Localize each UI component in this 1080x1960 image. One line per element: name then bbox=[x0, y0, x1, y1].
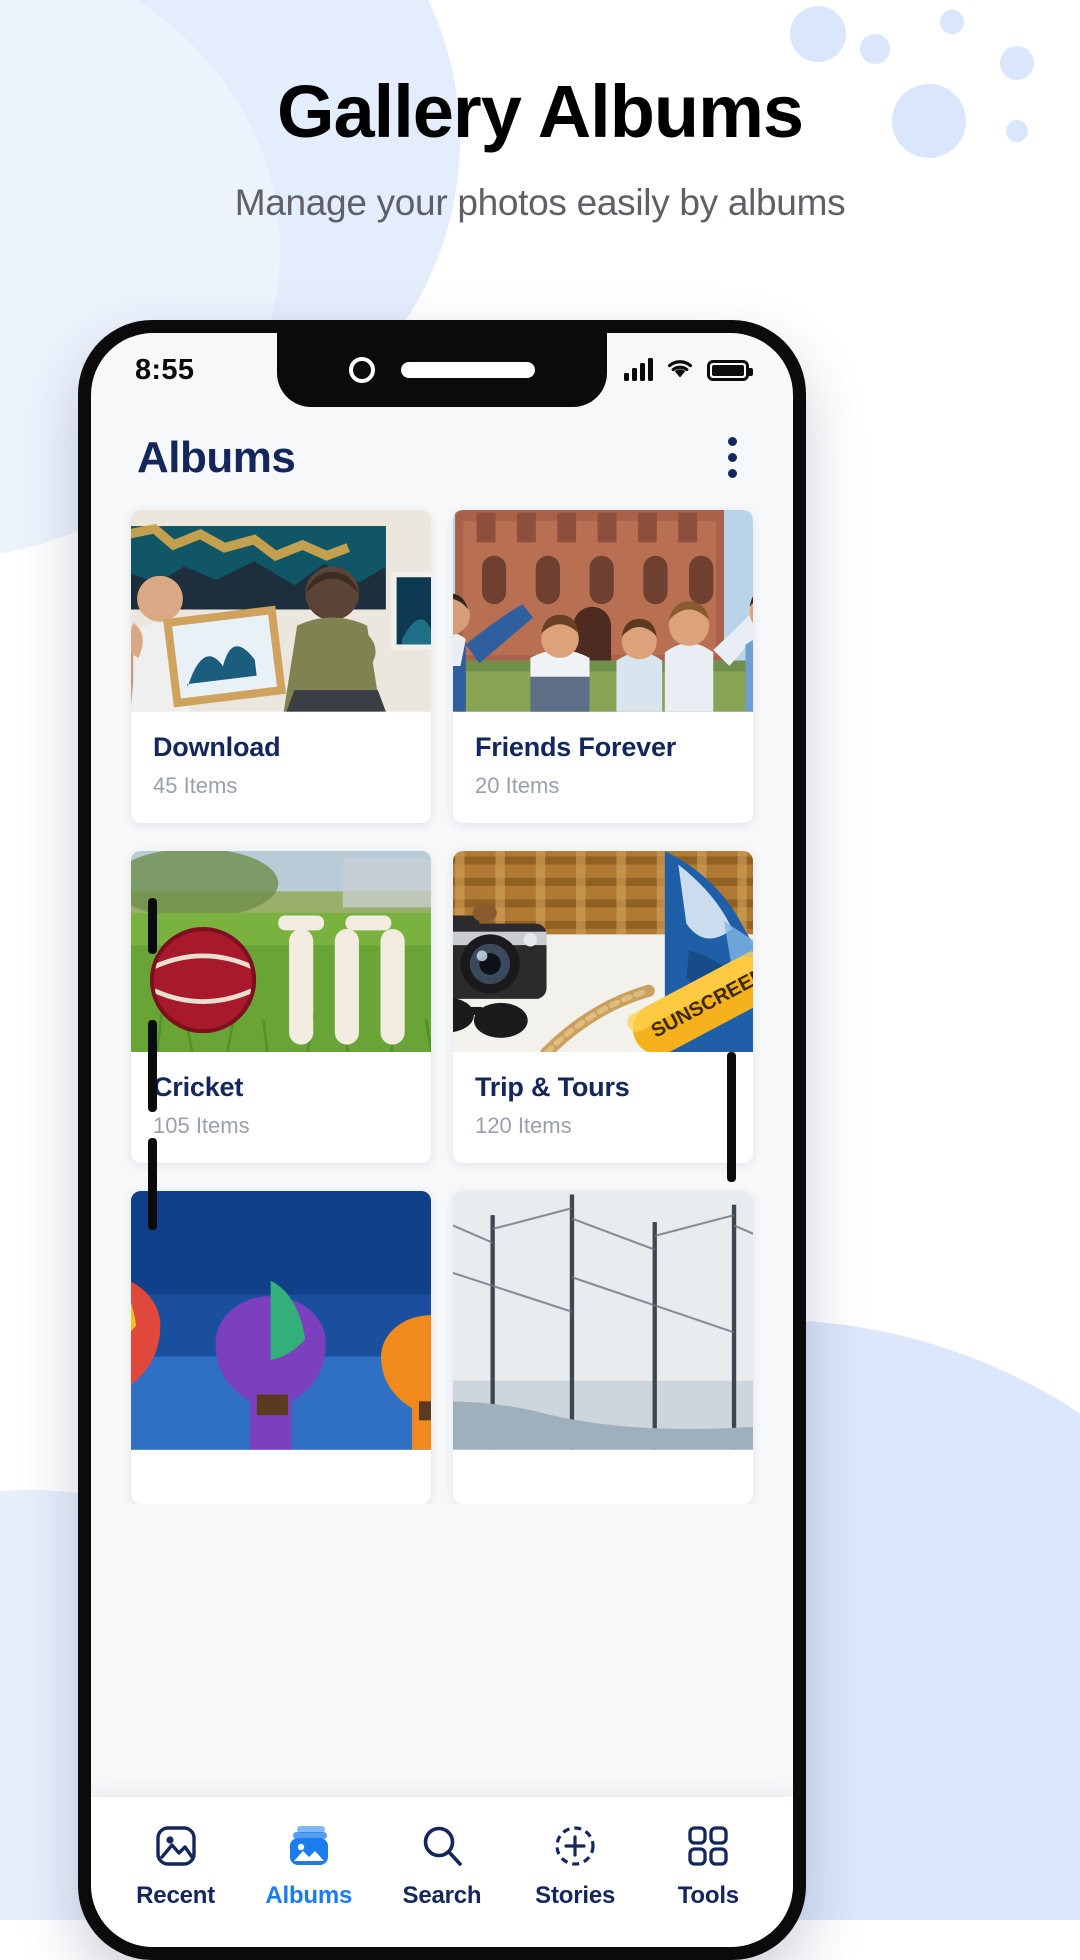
cellular-signal-icon bbox=[624, 358, 653, 381]
earpiece-speaker bbox=[401, 362, 535, 378]
image-recent-icon bbox=[153, 1823, 199, 1869]
album-thumbnail bbox=[131, 1191, 431, 1450]
tab-albums[interactable]: Albums bbox=[245, 1823, 373, 1910]
tab-search[interactable]: Search bbox=[378, 1823, 506, 1910]
page-title: Gallery Albums bbox=[276, 70, 804, 153]
album-count: 20 Items bbox=[475, 772, 560, 798]
album-count: 120 Items bbox=[475, 1113, 572, 1139]
album-thumbnail bbox=[453, 1191, 753, 1450]
phone-volume-down-button[interactable] bbox=[148, 1138, 157, 1230]
album-meta: Download 45 Items bbox=[131, 712, 431, 823]
phone-screen: 8:55 Albums Download 45 Items Friends Fo… bbox=[91, 333, 793, 1947]
phone-volume-up-button[interactable] bbox=[148, 1020, 157, 1112]
tab-label: Search bbox=[402, 1881, 482, 1909]
album-thumbnail: SUNSCREEN bbox=[453, 850, 753, 1053]
album-card[interactable]: SUNSCREEN Trip & Tours 120 Items bbox=[453, 850, 753, 1164]
album-meta bbox=[453, 1450, 753, 1504]
album-thumbnail bbox=[453, 510, 753, 712]
tab-recent[interactable]: Recent bbox=[112, 1823, 240, 1910]
albums-icon bbox=[286, 1823, 332, 1869]
kebab-menu-icon[interactable] bbox=[718, 429, 747, 486]
tab-label: Tools bbox=[677, 1881, 739, 1909]
status-icons bbox=[624, 357, 753, 384]
tab-label: Recent bbox=[136, 1881, 215, 1909]
tab-label: Stories bbox=[535, 1881, 616, 1909]
battery-full-icon bbox=[707, 359, 753, 381]
phone-mockup: 8:55 Albums Download 45 Items Friends Fo… bbox=[78, 320, 806, 1960]
album-title: Cricket bbox=[153, 1072, 244, 1103]
album-card[interactable]: Friends Forever 20 Items bbox=[453, 510, 753, 823]
album-count: 105 Items bbox=[153, 1113, 250, 1139]
album-meta: Trip & Tours 120 Items bbox=[453, 1052, 753, 1163]
page-subtitle: Manage your photos easily by albums bbox=[234, 181, 846, 223]
album-title: Download bbox=[153, 731, 281, 762]
album-card[interactable] bbox=[131, 1191, 431, 1504]
stories-plus-icon bbox=[552, 1823, 598, 1869]
app-bar: Albums bbox=[91, 407, 793, 504]
album-meta bbox=[131, 1450, 431, 1504]
app-bar-title: Albums bbox=[137, 432, 296, 482]
album-thumbnail bbox=[131, 510, 431, 712]
album-grid: Download 45 Items Friends Forever 20 Ite… bbox=[91, 504, 793, 1504]
status-time: 8:55 bbox=[135, 353, 195, 386]
front-camera-icon bbox=[349, 357, 375, 383]
search-icon bbox=[419, 1823, 465, 1869]
tab-stories[interactable]: Stories bbox=[511, 1823, 639, 1910]
album-count: 45 Items bbox=[153, 772, 238, 798]
album-title: Trip & Tours bbox=[475, 1072, 630, 1103]
album-thumbnail bbox=[131, 850, 431, 1053]
album-card[interactable] bbox=[453, 1191, 753, 1504]
hero-section: Gallery Albums Manage your photos easily… bbox=[0, 0, 1080, 224]
tab-tools[interactable]: Tools bbox=[644, 1823, 772, 1910]
tab-label: Albums bbox=[265, 1881, 353, 1909]
phone-mute-button[interactable] bbox=[148, 898, 157, 954]
album-title: Friends Forever bbox=[475, 731, 677, 762]
phone-notch bbox=[277, 333, 607, 407]
wifi-icon bbox=[666, 357, 694, 384]
album-meta: Friends Forever 20 Items bbox=[453, 712, 753, 823]
phone-power-button[interactable] bbox=[727, 1052, 736, 1182]
tools-grid-icon bbox=[685, 1823, 731, 1869]
album-card[interactable]: Download 45 Items bbox=[131, 510, 431, 823]
bottom-navigation: Recent Albums Search Stories Tools bbox=[91, 1797, 793, 1947]
album-meta: Cricket 105 Items bbox=[131, 1052, 431, 1163]
album-card[interactable]: Cricket 105 Items bbox=[131, 850, 431, 1164]
